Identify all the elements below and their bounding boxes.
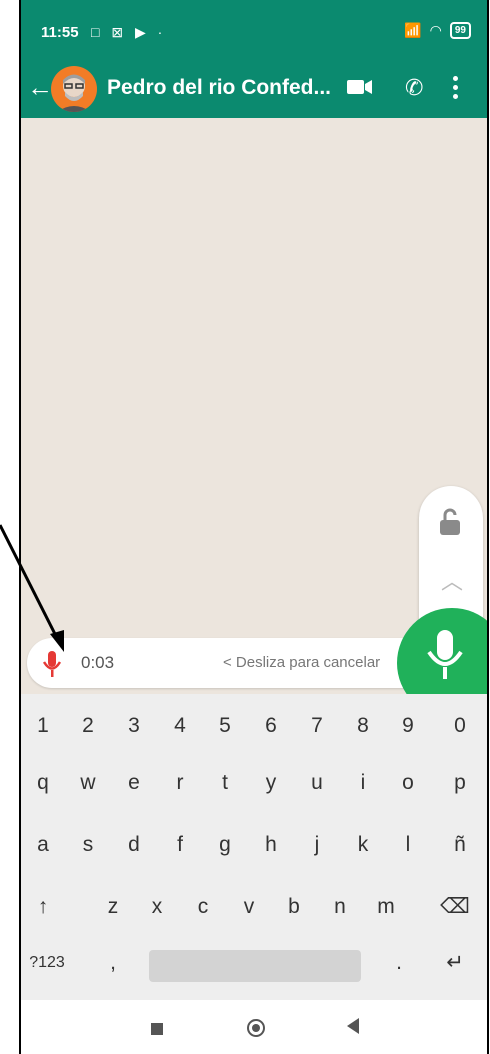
annotation-arrow (0, 524, 64, 652)
